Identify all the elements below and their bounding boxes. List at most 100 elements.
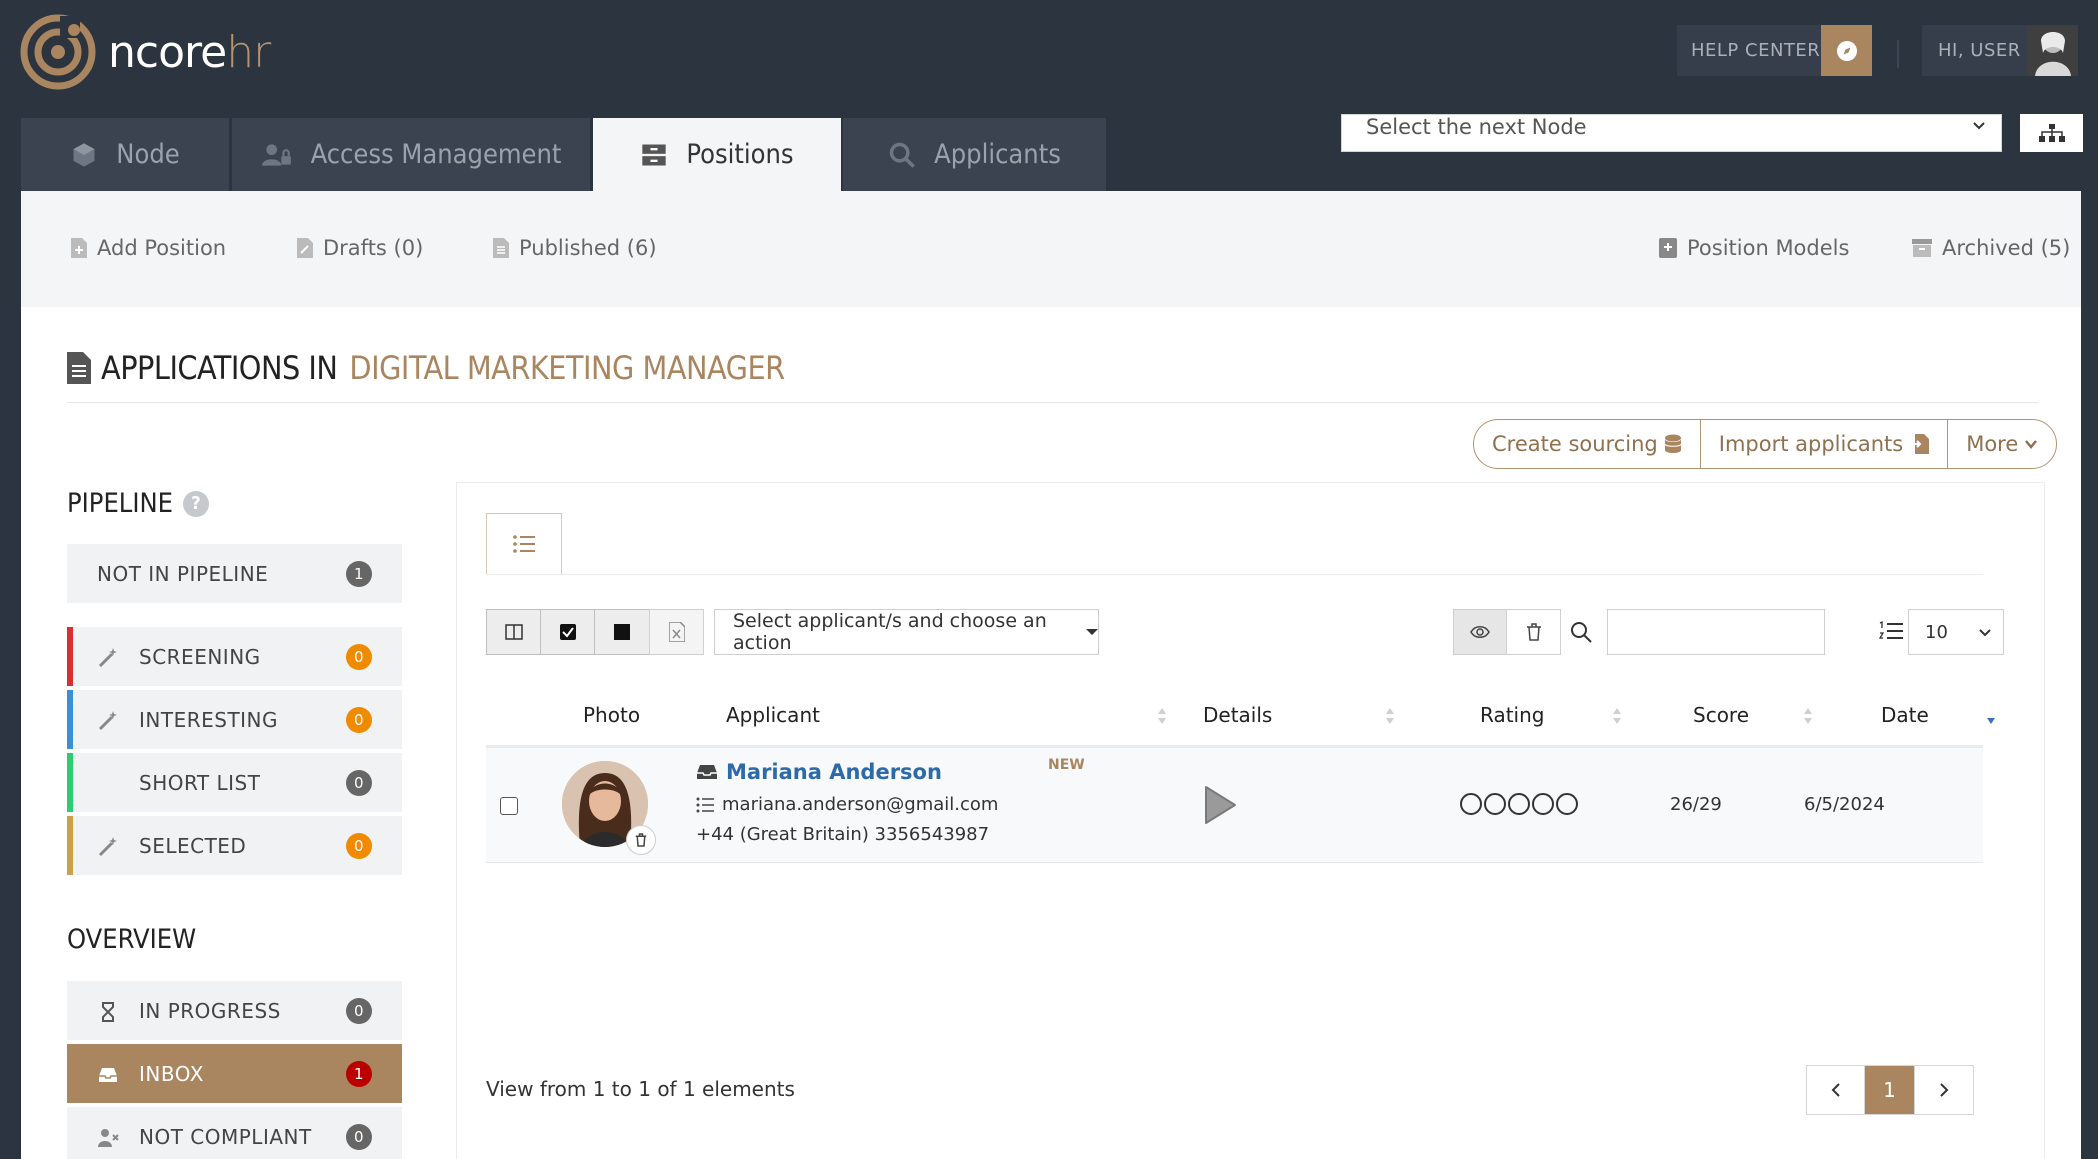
applications-content: Select applicant/s and choose an action … (456, 482, 2045, 1159)
sidebar-item-inbox[interactable]: INBOX 1 (67, 1044, 402, 1103)
tab-applicants[interactable]: Applicants (843, 118, 1106, 191)
archived-link[interactable]: Archived (5) (1912, 236, 2070, 260)
count-badge: 1 (346, 560, 372, 587)
sidebar-item-label: IN PROGRESS (139, 998, 281, 1023)
brand-name: ncorehr (108, 26, 271, 78)
published-link[interactable]: Published (6) (493, 236, 657, 260)
add-position-link[interactable]: Add Position (71, 236, 226, 260)
trash-icon (1526, 623, 1541, 641)
sort-icon[interactable] (1612, 705, 1622, 727)
node-tree-button[interactable] (2020, 114, 2083, 152)
row-checkbox[interactable] (500, 797, 518, 815)
column-header-date[interactable]: Date (1881, 703, 1929, 727)
delete-button[interactable] (1507, 610, 1560, 654)
sidebar-item-not-compliant[interactable]: NOT COMPLIANT 0 (67, 1107, 402, 1159)
column-header-rating[interactable]: Rating (1480, 703, 1544, 727)
import-applicants-button[interactable]: Import applicants (1701, 420, 1949, 468)
delete-photo-button[interactable] (626, 825, 656, 855)
eye-icon (1470, 626, 1490, 638)
help-icon[interactable]: ? (183, 490, 209, 517)
rating-circle-icon[interactable] (1556, 793, 1578, 815)
play-icon[interactable] (1202, 784, 1238, 826)
file-plus-icon (71, 238, 87, 258)
rating-circle-icon[interactable] (1484, 793, 1506, 815)
column-header-score[interactable]: Score (1693, 703, 1749, 727)
preview-toggle-button[interactable] (1454, 610, 1507, 654)
count-badge: 0 (346, 706, 372, 733)
select-all-button[interactable] (541, 610, 595, 654)
column-header-photo: Photo (583, 703, 641, 727)
sort-icon[interactable] (1157, 705, 1167, 727)
brand-logo[interactable]: ncorehr (20, 14, 271, 90)
column-header-applicant[interactable]: Applicant (726, 703, 820, 727)
more-button[interactable]: More (1948, 420, 2056, 468)
trash-icon (635, 833, 647, 847)
tab-applicants-label: Applicants (934, 139, 1061, 170)
create-sourcing-label: Create sourcing (1492, 432, 1658, 456)
sort-icon[interactable] (1385, 705, 1395, 727)
next-page-button[interactable] (1915, 1066, 1973, 1114)
count-badge: 0 (346, 643, 372, 670)
columns-toggle-button[interactable] (487, 610, 541, 654)
count-badge: 0 (346, 832, 372, 859)
drafts-label: Drafts (0) (323, 236, 424, 260)
applicant-name-link[interactable]: Mariana Anderson (696, 760, 942, 784)
list-view-tab[interactable] (486, 513, 562, 575)
bulk-action-select[interactable]: Select applicant/s and choose an action (714, 609, 1099, 655)
prev-page-button[interactable] (1807, 1066, 1865, 1114)
bulk-action-label: Select applicant/s and choose an action (733, 610, 1047, 654)
sidebar-item-label: INBOX (139, 1061, 204, 1086)
import-applicants-label: Import applicants (1718, 432, 1904, 456)
sidebar-item-screening[interactable]: SCREENING 0 (67, 627, 402, 686)
view-tabs-divider (486, 574, 1983, 575)
tab-access-management[interactable]: Access Management (232, 118, 590, 191)
sort-icon[interactable] (1803, 705, 1813, 727)
tab-node-label: Node (116, 139, 180, 170)
sidebar-item-in-progress[interactable]: IN PROGRESS 0 (67, 981, 402, 1040)
node-select[interactable]: Select the next Node (1341, 114, 2002, 152)
user-lock-icon (261, 143, 291, 166)
table-row[interactable]: Mariana Anderson NEW mariana.anderson@gm… (486, 748, 1983, 863)
top-bar: ncorehr HELP CENTER HI, USER (0, 0, 2098, 112)
help-center-button[interactable]: HELP CENTER (1677, 25, 1872, 76)
stage-color-bar (67, 816, 73, 875)
user-menu[interactable]: HI, USER (1922, 25, 2078, 76)
applicant-email: mariana.anderson@gmail.com (696, 794, 998, 815)
magic-wand-icon (98, 837, 117, 857)
rating-circle-icon[interactable] (1532, 793, 1554, 815)
search-input[interactable] (1607, 609, 1825, 655)
magic-wand-icon (98, 711, 117, 731)
position-models-link[interactable]: Position Models (1659, 236, 1849, 260)
sidebar-item-interesting[interactable]: INTERESTING 0 (67, 690, 402, 749)
rating-circle-icon[interactable] (1508, 793, 1530, 815)
sidebar-item-selected[interactable]: SELECTED 0 (67, 816, 402, 875)
stage-color-bar (67, 690, 73, 749)
page-size-select[interactable]: 10 (1908, 609, 2004, 655)
column-header-details[interactable]: Details (1203, 703, 1272, 727)
deselect-all-button[interactable] (595, 610, 649, 654)
list-icon (513, 535, 535, 553)
search-icon (889, 142, 916, 168)
sidebar-item-short-list[interactable]: SHORT LIST 0 (67, 753, 402, 812)
page-title: APPLICATIONS IN DIGITAL MARKETING MANAGE… (67, 349, 785, 387)
applicant-name: Mariana Anderson (726, 760, 942, 784)
sidebar-item-not-in-pipeline[interactable]: NOT IN PIPELINE 1 (67, 544, 402, 603)
stage-color-bar (67, 753, 73, 812)
heading-divider (67, 402, 2038, 403)
export-excel-button[interactable] (649, 609, 704, 655)
tab-node[interactable]: Node (21, 118, 229, 191)
drafts-link[interactable]: Drafts (0) (297, 236, 423, 260)
rating-circle-icon[interactable] (1460, 793, 1482, 815)
check-square-icon (559, 624, 576, 640)
user-avatar (2027, 25, 2078, 76)
tab-positions[interactable]: Positions (593, 118, 841, 191)
page-number-button[interactable]: 1 (1865, 1066, 1915, 1114)
sidebar-item-label: NOT COMPLIANT (139, 1124, 312, 1149)
hourglass-icon (102, 1002, 114, 1022)
count-badge: 0 (346, 997, 372, 1024)
chevron-down-icon (1973, 122, 1985, 130)
sort-desc-icon[interactable] (1986, 705, 1996, 727)
create-sourcing-button[interactable]: Create sourcing (1474, 420, 1701, 468)
square-icon (614, 624, 630, 640)
rating-stars[interactable] (1460, 793, 1578, 815)
